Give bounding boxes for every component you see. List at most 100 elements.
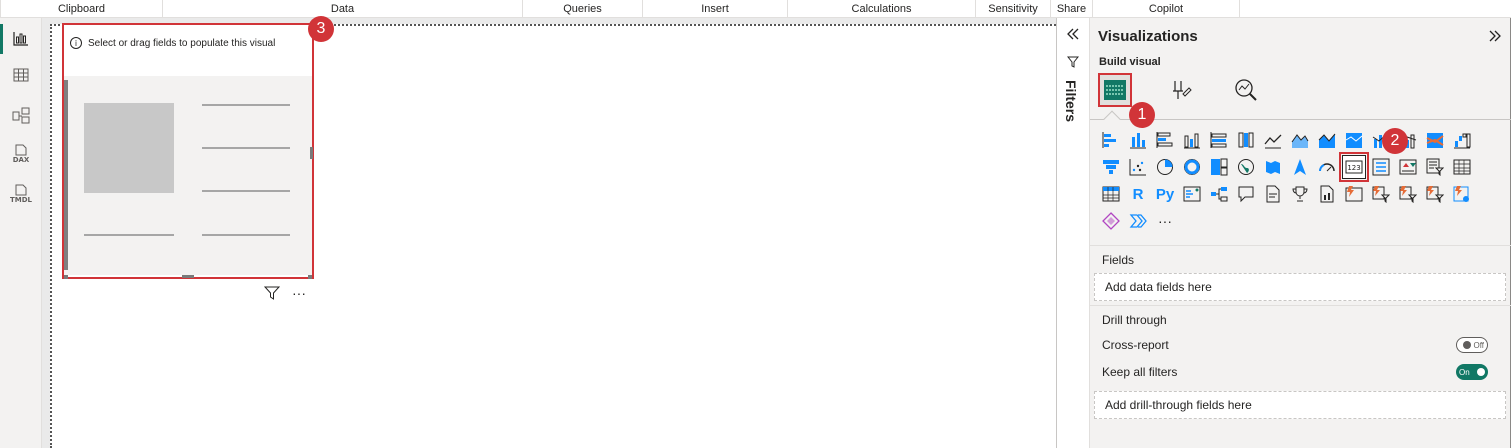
chevrons-right-icon[interactable]: [1488, 30, 1502, 42]
ribbon-group-labels: Clipboard Data Queries Insert Calculatio…: [0, 0, 1511, 18]
placeholder-line: [202, 190, 290, 192]
multi-row-card-button[interactable]: [1369, 155, 1393, 179]
svg-text:123: 123: [1347, 164, 1360, 172]
stacked-bar-chart-icon: [1102, 132, 1116, 148]
donut-chart-button[interactable]: [1180, 155, 1204, 179]
decomposition-tree-button[interactable]: [1207, 182, 1231, 206]
area-chart-button[interactable]: [1288, 128, 1312, 152]
100-stacked-area-chart-icon: [1345, 133, 1363, 148]
matrix-button[interactable]: [1099, 182, 1123, 206]
power-automate-button[interactable]: [1369, 182, 1393, 206]
keep-all-filters-toggle[interactable]: On: [1456, 364, 1488, 380]
100-stacked-area-chart-button[interactable]: [1342, 128, 1366, 152]
ribbon-group-data: Data: [162, 0, 522, 18]
kpi-button[interactable]: [1396, 155, 1420, 179]
filters-pane-collapsed[interactable]: Filters: [1056, 18, 1090, 448]
map-button[interactable]: [1234, 155, 1258, 179]
gauge-button[interactable]: [1315, 155, 1339, 179]
decomposition-tree-icon: [1211, 187, 1228, 202]
stacked-area-chart-button[interactable]: [1315, 128, 1339, 152]
format-visual-tab[interactable]: [1164, 73, 1198, 107]
fields-label: Fields: [1102, 253, 1135, 267]
filled-map-button[interactable]: [1261, 155, 1285, 179]
ribbon-group-copilot: Copilot: [1092, 0, 1240, 18]
card-visual-button[interactable]: 123: [1339, 152, 1369, 182]
qa-button[interactable]: [1234, 182, 1258, 206]
stacked-area-chart-icon: [1318, 133, 1336, 148]
filled-map-icon: [1266, 161, 1280, 174]
table-visual-button[interactable]: [1450, 155, 1474, 179]
key-influencers-button[interactable]: [1180, 182, 1204, 206]
paginated-report-icon: [1320, 185, 1334, 203]
power-apps-button[interactable]: [1342, 182, 1366, 206]
stacked-bar-chart-button[interactable]: [1099, 128, 1123, 152]
r-script-visual-button[interactable]: R: [1126, 182, 1150, 206]
table-view-button[interactable]: [0, 57, 42, 93]
cross-report-toggle[interactable]: Off: [1456, 337, 1488, 353]
custom-slicer-button[interactable]: [1396, 182, 1420, 206]
chevrons-left-icon[interactable]: [1066, 28, 1080, 40]
resize-handle-right[interactable]: [310, 147, 313, 159]
goals-button[interactable]: [1288, 182, 1312, 206]
new-card-icon: [1453, 186, 1469, 202]
resize-handle-bottom[interactable]: [182, 275, 194, 278]
visualizations-pane: Visualizations Build visual 123 R Py ···…: [1090, 18, 1511, 448]
info-icon: i: [70, 37, 82, 49]
table-view-icon: [13, 68, 29, 82]
card-visual-placeholder[interactable]: i Select or drag fields to populate this…: [62, 23, 314, 279]
tmdl-view-button[interactable]: TMDL: [0, 176, 42, 212]
diamond-app-icon: [1102, 212, 1120, 230]
keep-all-filters-label: Keep all filters: [1102, 365, 1178, 379]
tmdl-label: TMDL: [9, 196, 32, 204]
dax-query-view-icon: [15, 144, 27, 156]
funnel-chart-button[interactable]: [1099, 155, 1123, 179]
resize-handle-corner[interactable]: [64, 275, 68, 279]
line-chart-button[interactable]: [1261, 128, 1285, 152]
100-stacked-column-chart-icon: [1238, 132, 1254, 148]
pie-chart-button[interactable]: [1153, 155, 1177, 179]
clustered-bar-chart-button[interactable]: [1153, 128, 1177, 152]
ribbon-group-queries: Queries: [522, 0, 642, 18]
more-options-icon[interactable]: ···: [292, 285, 306, 301]
power-bi-app-button[interactable]: [1099, 209, 1123, 233]
report-view-button[interactable]: [0, 20, 42, 56]
treemap-button[interactable]: [1207, 155, 1231, 179]
multi-row-card-icon: [1372, 158, 1390, 176]
button-slicer-button[interactable]: [1423, 182, 1447, 206]
power-apps-card-icon: [1345, 186, 1363, 202]
toggle-knob: [1463, 341, 1472, 349]
drill-through-section: Drill through Cross-report Off Keep all …: [1090, 305, 1511, 448]
add-drill-through-fields-well[interactable]: Add drill-through fields here: [1094, 391, 1506, 419]
visual-left-accent: [64, 80, 68, 270]
100-stacked-column-chart-button[interactable]: [1234, 128, 1258, 152]
azure-map-icon: [1294, 159, 1306, 175]
smart-narrative-button[interactable]: [1261, 182, 1285, 206]
analytics-tab[interactable]: [1229, 73, 1263, 107]
add-visual-tab[interactable]: [1098, 73, 1132, 107]
clustered-column-chart-button[interactable]: [1180, 128, 1204, 152]
area-chart-icon: [1291, 134, 1309, 148]
ribbon-chart-button[interactable]: [1423, 128, 1447, 152]
scatter-chart-button[interactable]: [1126, 155, 1150, 179]
resize-handle-corner[interactable]: [308, 275, 312, 279]
flow-chevrons-icon: [1129, 214, 1147, 228]
power-automate-flow-button[interactable]: [1126, 209, 1150, 233]
python-visual-button[interactable]: Py: [1153, 182, 1177, 206]
donut-chart-icon: [1183, 158, 1201, 176]
view-switcher-rail: DAX TMDL: [0, 18, 42, 448]
slicer-button[interactable]: [1423, 155, 1447, 179]
100-stacked-bar-chart-button[interactable]: [1207, 128, 1231, 152]
new-card-button[interactable]: [1450, 182, 1474, 206]
add-data-fields-well[interactable]: Add data fields here: [1094, 273, 1506, 301]
mode-tab-pointer: [1103, 110, 1121, 128]
model-view-button[interactable]: [0, 98, 42, 134]
paginated-report-button[interactable]: [1315, 182, 1339, 206]
azure-map-button[interactable]: [1288, 155, 1312, 179]
dax-query-view-button[interactable]: DAX: [0, 136, 42, 172]
filter-icon[interactable]: [264, 286, 280, 300]
more-visuals-button[interactable]: ···: [1153, 209, 1177, 233]
stacked-column-chart-button[interactable]: [1126, 128, 1150, 152]
waterfall-chart-button[interactable]: [1450, 128, 1474, 152]
placeholder-line: [202, 234, 290, 236]
filters-label[interactable]: Filters: [1063, 80, 1079, 122]
